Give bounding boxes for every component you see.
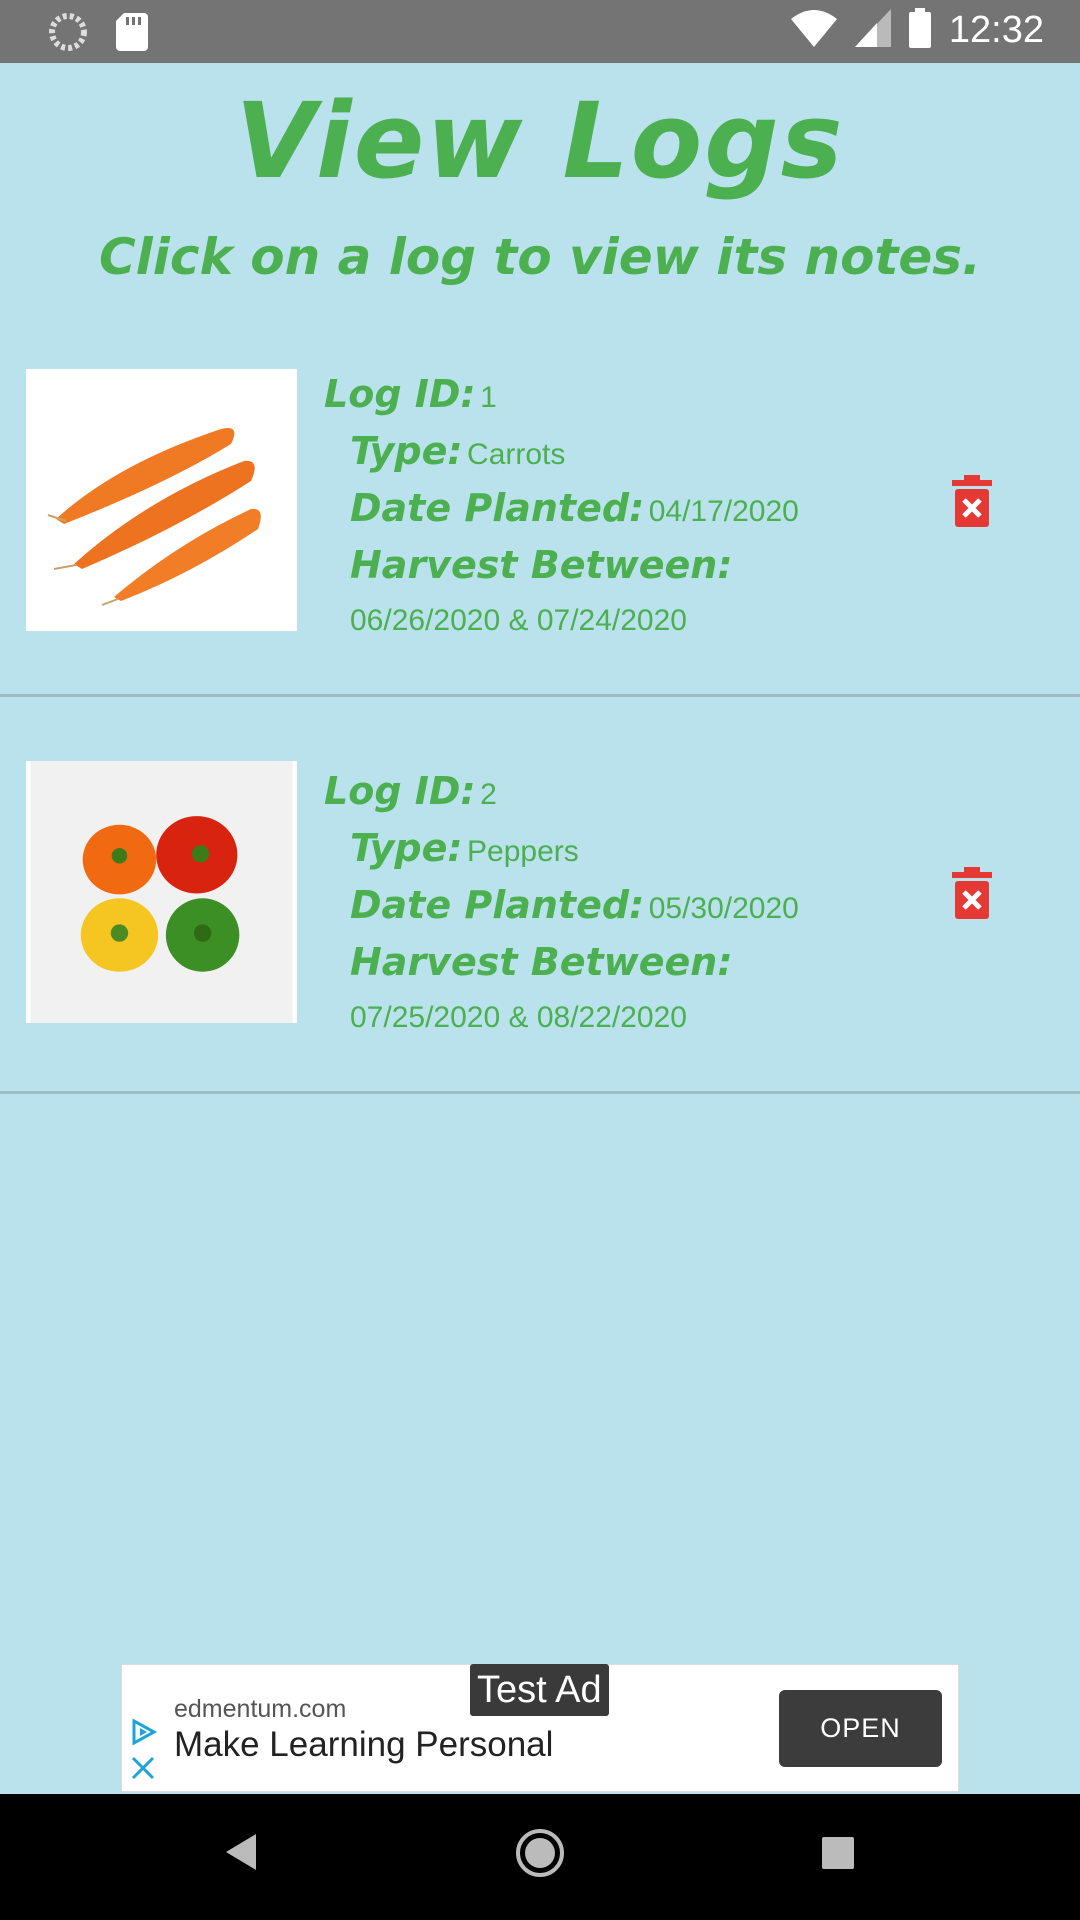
harvest-between-label: Harvest Between: [350, 543, 733, 587]
back-button[interactable] [222, 1832, 258, 1877]
adchoices-icon[interactable] [128, 1717, 158, 1747]
ad-banner[interactable]: Test Ad edmentum.com Make Learning Perso… [121, 1664, 959, 1792]
status-bar: 12:32 [0, 0, 1080, 63]
back-icon [226, 1834, 256, 1870]
carrots-image [26, 369, 297, 631]
sync-icon [48, 12, 88, 57]
sd-card-icon [116, 13, 148, 56]
test-ad-badge: Test Ad [470, 1664, 609, 1716]
home-icon [516, 1829, 564, 1877]
harvest-range-value: 07/25/2020 & 08/22/2020 [350, 1001, 687, 1034]
log-id-label: Log ID: [324, 372, 476, 416]
log-id-label: Log ID: [324, 769, 476, 813]
ad-headline[interactable]: Make Learning Personal [174, 1725, 553, 1765]
close-icon[interactable] [130, 1755, 156, 1781]
harvest-between-label: Harvest Between: [350, 940, 733, 984]
recents-button[interactable] [821, 1836, 855, 1875]
log-item[interactable]: Log ID: 2 Type: Peppers Date Planted: 05… [0, 697, 1080, 1094]
harvest-range-value: 06/26/2020 & 07/24/2020 [350, 604, 687, 637]
date-planted-value: 05/30/2020 [648, 892, 799, 925]
cell-signal-icon [854, 9, 891, 52]
ad-domain: edmentum.com [174, 1695, 347, 1723]
date-planted-value: 04/17/2020 [648, 495, 799, 528]
trash-icon [952, 475, 992, 527]
page-subtitle: Click on a log to view its notes. [98, 228, 982, 286]
wifi-icon [790, 9, 837, 52]
type-label: Type: [350, 826, 463, 870]
type-label: Type: [350, 429, 463, 473]
status-time: 12:32 [948, 9, 1044, 51]
log-id-value: 1 [480, 381, 497, 414]
page-title: View Logs [235, 80, 845, 202]
date-planted-label: Date Planted: [350, 883, 645, 927]
navigation-bar [0, 1794, 1080, 1920]
delete-log-button[interactable] [952, 867, 992, 919]
battery-icon [908, 8, 931, 53]
ad-open-button[interactable]: OPEN [779, 1690, 942, 1767]
recents-icon [822, 1837, 854, 1869]
trash-icon [952, 867, 992, 919]
type-value: Carrots [467, 438, 566, 471]
peppers-image [26, 761, 297, 1023]
date-planted-label: Date Planted: [350, 486, 645, 530]
type-value: Peppers [467, 835, 579, 868]
log-item[interactable]: Log ID: 1 Type: Carrots Date Planted: 04… [0, 300, 1080, 697]
delete-log-button[interactable] [952, 475, 992, 527]
home-button[interactable] [515, 1828, 565, 1883]
log-id-value: 2 [480, 778, 497, 811]
